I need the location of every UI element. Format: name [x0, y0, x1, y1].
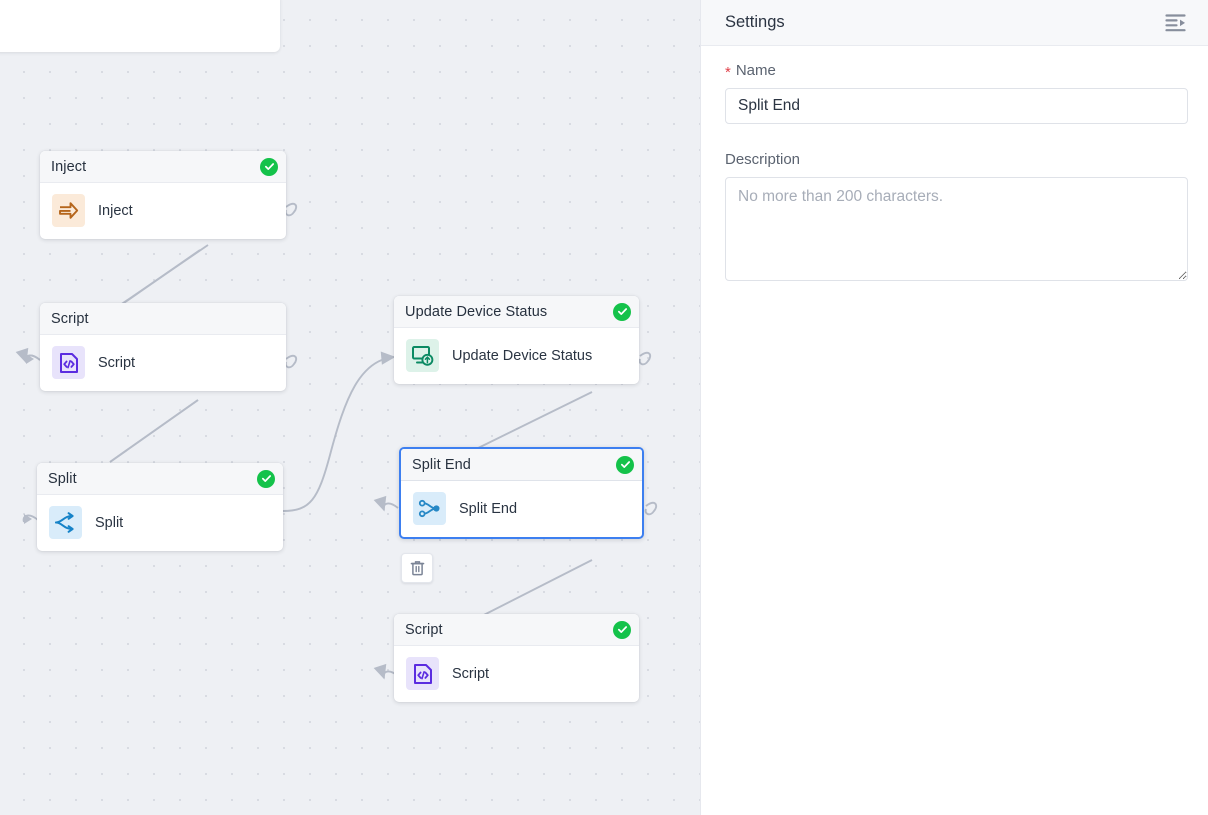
node-title: Script — [405, 622, 443, 638]
node-body: Inject — [40, 183, 286, 239]
settings-title: Settings — [725, 13, 1165, 32]
node-label: Split — [95, 515, 123, 531]
node-body: Split End — [401, 481, 642, 537]
node-body: Script — [394, 646, 639, 702]
name-label-text: Name — [736, 62, 776, 79]
node-update-device-status[interactable]: Update Device Status Update Device Statu… — [394, 296, 639, 384]
node-header: Update Device Status — [394, 296, 639, 328]
inject-arrow-icon — [52, 194, 85, 227]
node-header: Inject — [40, 151, 286, 183]
trash-icon — [410, 560, 425, 576]
node-label: Script — [452, 666, 489, 682]
workflow-canvas[interactable]: Inject Inject Script — [0, 0, 700, 815]
node-label: Split End — [459, 501, 517, 517]
node-label: Update Device Status — [452, 348, 592, 364]
status-ok-icon — [613, 621, 631, 639]
node-header: Split End — [401, 449, 642, 481]
workflow-editor: Inject Inject Script — [0, 0, 1208, 815]
name-field-label: * Name — [725, 62, 1186, 79]
name-input[interactable] — [725, 88, 1188, 124]
device-update-icon — [406, 339, 439, 372]
node-title: Split End — [412, 457, 471, 473]
node-title: Script — [51, 311, 89, 327]
split-branch-icon — [49, 506, 82, 539]
node-header: Split — [37, 463, 283, 495]
settings-panel: Settings * Name Description — [701, 0, 1208, 815]
settings-body: * Name Description — [701, 46, 1208, 286]
status-ok-icon — [613, 303, 631, 321]
node-header: Script — [394, 614, 639, 646]
node-script-1[interactable]: Script Script — [40, 303, 286, 391]
node-title: Split — [48, 471, 77, 487]
description-label-text: Description — [725, 151, 800, 168]
status-ok-icon — [257, 470, 275, 488]
delete-node-button[interactable] — [401, 553, 433, 583]
node-body: Update Device Status — [394, 328, 639, 384]
script-code-icon — [52, 346, 85, 379]
status-ok-icon — [260, 158, 278, 176]
node-split[interactable]: Split Split — [37, 463, 283, 551]
node-script-2[interactable]: Script Script — [394, 614, 639, 702]
node-split-end[interactable]: Split End Split End — [399, 447, 644, 539]
split-end-icon — [413, 492, 446, 525]
workflow-toolbar[interactable] — [0, 0, 280, 52]
settings-header: Settings — [701, 0, 1208, 46]
node-body: Split — [37, 495, 283, 551]
node-label: Script — [98, 355, 135, 371]
status-ok-icon — [616, 456, 634, 474]
description-field-label: Description — [725, 151, 1186, 168]
node-title: Update Device Status — [405, 304, 547, 320]
description-input[interactable] — [725, 177, 1188, 281]
required-marker: * — [725, 65, 731, 80]
node-title: Inject — [51, 159, 86, 175]
node-label: Inject — [98, 203, 133, 219]
collapse-panel-icon[interactable] — [1165, 13, 1187, 33]
node-inject[interactable]: Inject Inject — [40, 151, 286, 239]
node-header: Script — [40, 303, 286, 335]
script-code-icon — [406, 657, 439, 690]
node-body: Script — [40, 335, 286, 391]
